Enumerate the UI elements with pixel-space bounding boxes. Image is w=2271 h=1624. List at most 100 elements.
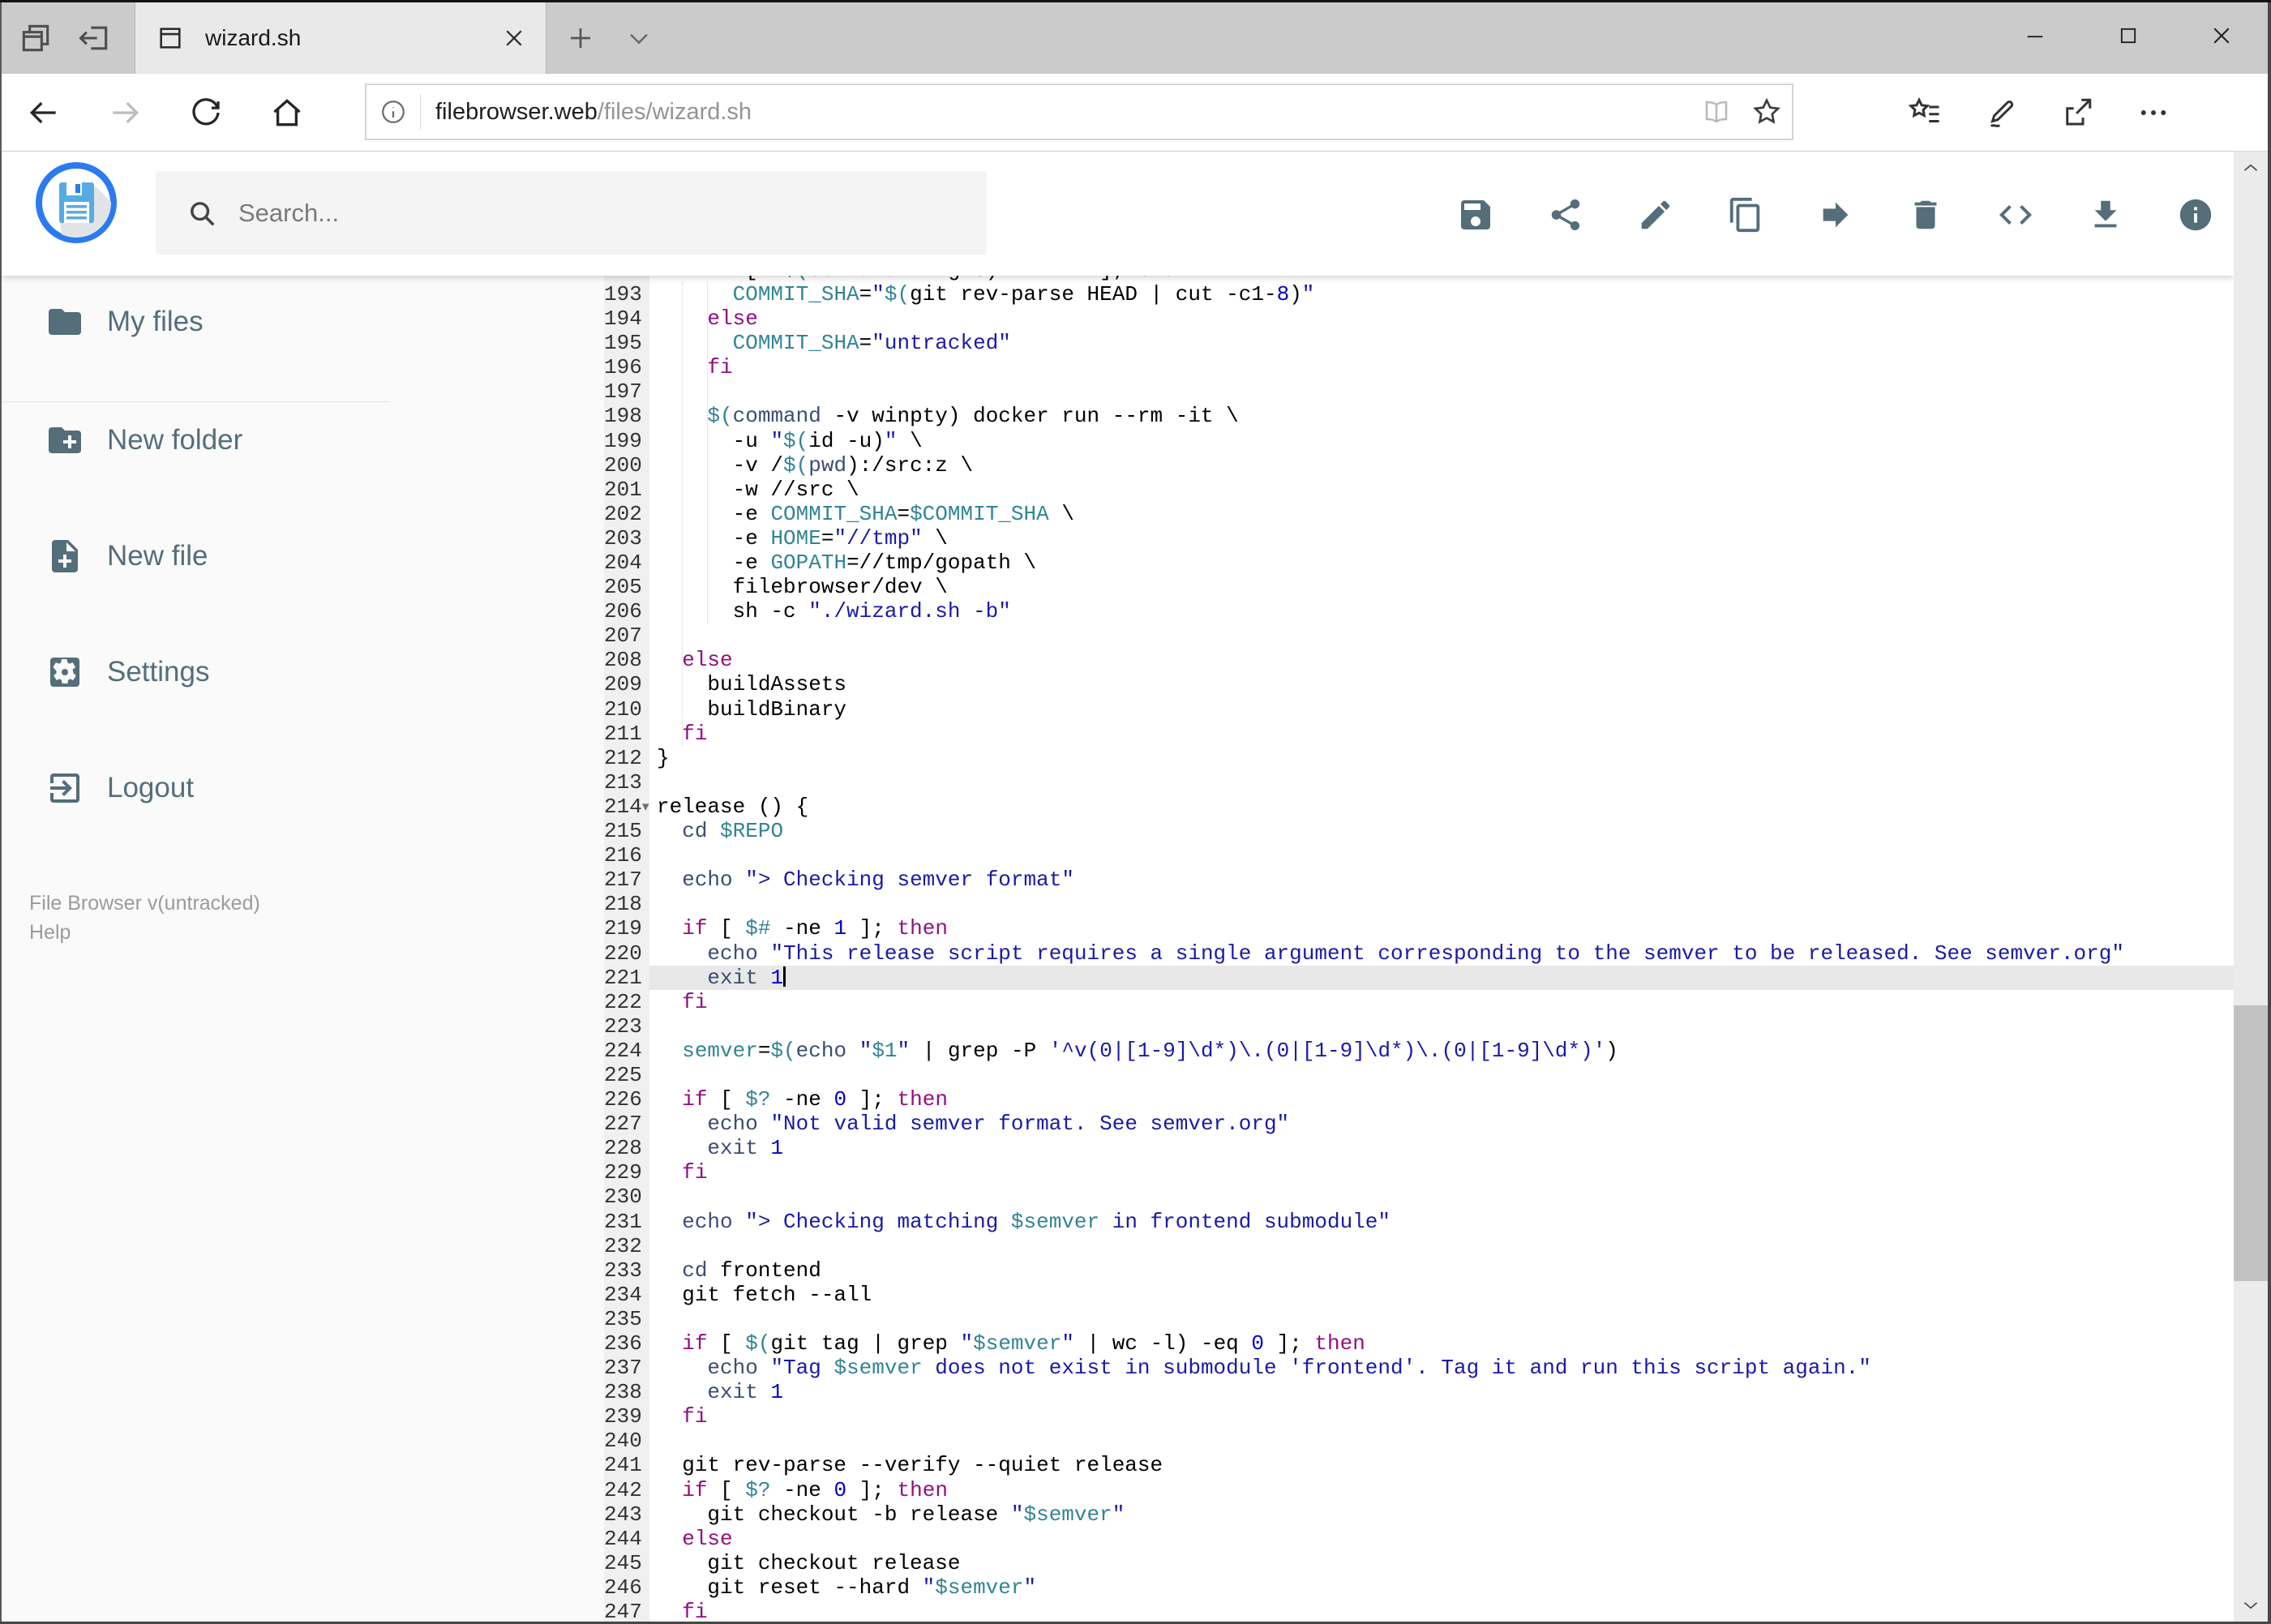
search-bar[interactable]: [156, 171, 987, 255]
code-line[interactable]: 245 git checkout release: [604, 1551, 2234, 1575]
line-number[interactable]: 245: [604, 1551, 649, 1575]
rename-button[interactable]: [1635, 194, 1677, 236]
url-text[interactable]: filebrowser.web/files/wizard.sh: [435, 99, 1691, 126]
sidebar-item-my-files[interactable]: My files: [0, 281, 391, 362]
help-link[interactable]: Help: [29, 921, 71, 945]
code-line[interactable]: 231 echo "> Checking matching $semver in…: [604, 1210, 2234, 1234]
line-number[interactable]: 217: [604, 868, 649, 892]
line-number[interactable]: 227: [604, 1112, 649, 1136]
line-number[interactable]: 196: [604, 355, 649, 379]
code-line[interactable]: 237 echo "Tag $semver does not exist in …: [604, 1356, 2234, 1380]
tab-close-icon[interactable]: [502, 26, 526, 50]
line-number[interactable]: 224: [604, 1039, 649, 1063]
line-number[interactable]: 236: [604, 1331, 649, 1356]
line-number[interactable]: 201: [604, 478, 649, 502]
line-number[interactable]: 204: [604, 551, 649, 575]
line-number[interactable]: 235: [604, 1307, 649, 1331]
site-info-icon[interactable]: [366, 98, 420, 126]
line-number[interactable]: 223: [604, 1014, 649, 1039]
line-number[interactable]: 218: [604, 892, 649, 916]
code-line[interactable]: 224 semver=$(echo "$1" | grep -P '^v(0|[…: [604, 1039, 2234, 1063]
scroll-up-icon[interactable]: [2234, 152, 2268, 184]
sidebar-item-new-folder[interactable]: New folder: [0, 400, 391, 481]
code-line[interactable]: 215 cd $REPO: [604, 819, 2234, 843]
code-line[interactable]: 205 filebrowser/dev \: [604, 575, 2234, 599]
share-page-button[interactable]: [2048, 74, 2106, 151]
line-number[interactable]: 200: [604, 453, 649, 478]
line-number[interactable]: 216: [604, 843, 649, 868]
code-line[interactable]: 211 fi: [604, 722, 2234, 746]
code-line[interactable]: 193 COMMIT_SHA="$(git rev-parse HEAD | c…: [604, 282, 2234, 306]
code-line[interactable]: 200 -v /$(pwd):/src:z \: [604, 453, 2234, 478]
save-button[interactable]: [1455, 194, 1497, 236]
home-button[interactable]: [258, 74, 316, 151]
line-number[interactable]: 233: [604, 1258, 649, 1283]
minimize-button[interactable]: [2000, 2, 2070, 69]
code-line[interactable]: 201 -w //src \: [604, 478, 2234, 502]
code-line[interactable]: 242 if [ $? -ne 0 ]; then: [604, 1478, 2234, 1502]
line-number[interactable]: 213: [604, 770, 649, 795]
filebrowser-logo[interactable]: [36, 162, 117, 243]
copy-button[interactable]: [1725, 194, 1767, 236]
line-number[interactable]: 205: [604, 575, 649, 599]
line-number[interactable]: 237: [604, 1356, 649, 1380]
line-number[interactable]: 197: [604, 379, 649, 404]
line-number[interactable]: 243: [604, 1502, 649, 1527]
code-line[interactable]: 216: [604, 843, 2234, 868]
code-line[interactable]: 233 cd frontend: [604, 1258, 2234, 1283]
code-line[interactable]: 209 buildAssets: [604, 672, 2234, 696]
line-number[interactable]: 228: [604, 1136, 649, 1160]
tab-preview-button[interactable]: [13, 19, 58, 58]
code-line[interactable]: 223: [604, 1014, 2234, 1039]
maximize-button[interactable]: [2093, 2, 2163, 69]
line-number[interactable]: 206: [604, 599, 649, 623]
more-menu-button[interactable]: [2124, 74, 2183, 151]
code-line[interactable]: 243 git checkout -b release "$semver": [604, 1502, 2234, 1527]
line-number[interactable]: 238: [604, 1380, 649, 1404]
line-number[interactable]: 193: [604, 282, 649, 306]
code-line[interactable]: 195 COMMIT_SHA="untracked": [604, 331, 2234, 355]
line-number[interactable]: 242: [604, 1478, 649, 1502]
line-number[interactable]: 239: [604, 1404, 649, 1429]
code-line[interactable]: 196 fi: [604, 355, 2234, 379]
sidebar-item-settings[interactable]: Settings: [0, 632, 391, 713]
line-number[interactable]: 247: [604, 1600, 649, 1624]
code-line[interactable]: 198 $(command -v winpty) docker run --rm…: [604, 404, 2234, 428]
code-line[interactable]: 220 echo "This release script requires a…: [604, 941, 2234, 966]
line-number[interactable]: 195: [604, 331, 649, 355]
line-number[interactable]: 230: [604, 1185, 649, 1209]
raw-editor-button[interactable]: [1995, 194, 2037, 236]
line-number[interactable]: 199: [604, 429, 649, 453]
line-number[interactable]: 212: [604, 746, 649, 770]
code-line[interactable]: 214 ▾ release () {: [604, 795, 2234, 819]
delete-button[interactable]: [1905, 194, 1947, 236]
file-info-button[interactable]: [2175, 194, 2217, 236]
code-line[interactable]: 194 else: [604, 306, 2234, 331]
line-number[interactable]: 226: [604, 1087, 649, 1112]
line-number[interactable]: 220: [604, 941, 649, 966]
move-button[interactable]: [1815, 194, 1857, 236]
line-number[interactable]: 211: [604, 722, 649, 746]
code-line[interactable]: 206 sh -c "./wizard.sh -b": [604, 599, 2234, 623]
forward-button[interactable]: [96, 74, 154, 151]
set-tabs-aside-button[interactable]: [71, 19, 117, 58]
share-button[interactable]: [1545, 194, 1587, 236]
code-line[interactable]: 229 fi: [604, 1160, 2234, 1185]
line-number[interactable]: 207: [604, 623, 649, 648]
code-line[interactable]: 219 if [ $# -ne 1 ]; then: [604, 916, 2234, 941]
code-line[interactable]: 208 else: [604, 648, 2234, 672]
code-line[interactable]: 212}: [604, 746, 2234, 770]
refresh-button[interactable]: [177, 74, 235, 151]
reading-view-button[interactable]: [1691, 97, 1742, 126]
line-number[interactable]: 208: [604, 648, 649, 672]
search-input[interactable]: [237, 197, 987, 229]
line-number[interactable]: 225: [604, 1063, 649, 1087]
download-button[interactable]: [2085, 194, 2127, 236]
add-favorite-button[interactable]: [1742, 96, 1792, 127]
code-line[interactable]: 247 fi: [604, 1600, 2234, 1624]
code-line[interactable]: 227 echo "Not valid semver format. See s…: [604, 1112, 2234, 1136]
line-number[interactable]: 198: [604, 404, 649, 428]
code-line[interactable]: 240: [604, 1429, 2234, 1453]
line-number[interactable]: 209: [604, 672, 649, 696]
line-number[interactable]: 234: [604, 1283, 649, 1307]
